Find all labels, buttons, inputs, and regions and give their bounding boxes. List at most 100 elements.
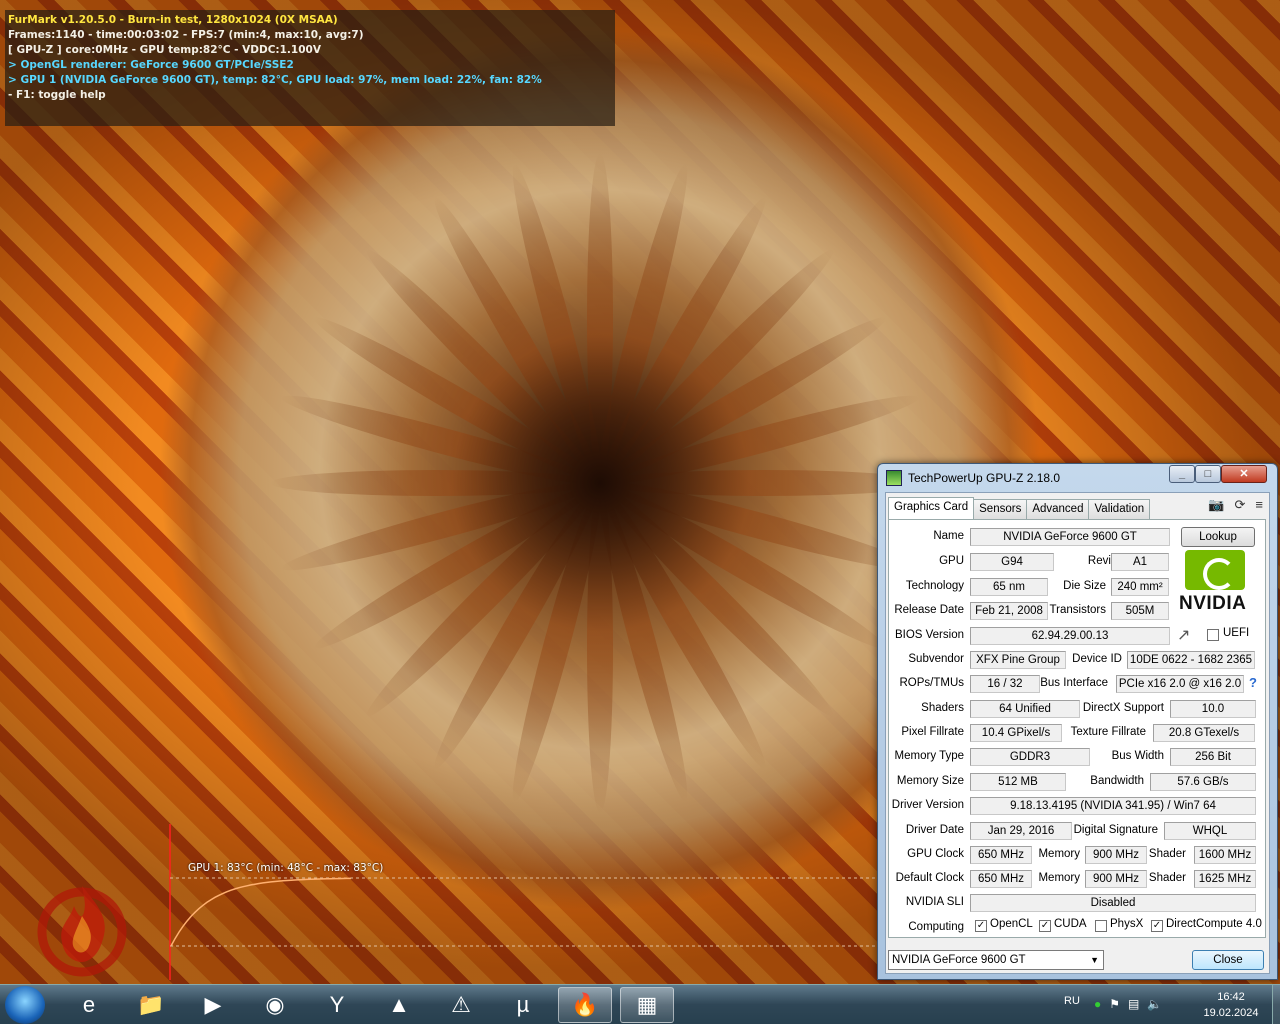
gpuz-body: Graphics Card Sensors Advanced Validatio… [885,492,1270,974]
taskbar-yandex-browser[interactable]: Y [310,987,364,1023]
refresh-icon[interactable]: ⟳ [1235,497,1246,513]
cuda-checkbox[interactable]: ✓ [1039,920,1051,932]
taskbar-avast[interactable]: ⚠ [434,987,488,1023]
yandex-browser-icon: Y [329,992,345,1017]
directcompute-checkbox[interactable]: ✓ [1151,920,1163,932]
lookup-button[interactable]: Lookup [1181,527,1255,547]
window-close-button[interactable]: ✕ [1221,465,1267,483]
memory-type-value: GDDR3 [970,748,1090,766]
default-shader-value: 1625 MHz [1194,870,1256,888]
language-indicator[interactable]: RU [1064,995,1080,1007]
start-button[interactable] [5,986,45,1024]
minimize-button[interactable]: _ [1169,465,1195,483]
default-memory-value: 900 MHz [1085,870,1147,888]
aimp-icon: ▲ [388,992,410,1017]
directcompute-label: DirectCompute 4.0 [1166,918,1262,930]
taskbar-media-player[interactable]: ▶ [186,987,240,1023]
release-date-label: Release Date [894,604,964,616]
nvidia-eye-icon [1185,550,1245,590]
volume-icon[interactable]: 🔈 [1147,997,1162,1011]
media-player-icon: ▶ [204,992,222,1017]
close-button[interactable]: Close [1192,950,1264,970]
bios-version-label: BIOS Version [894,629,964,641]
help-icon[interactable]: ? [1249,675,1257,690]
default-shader-label: Shader [1148,872,1186,884]
gpu-value: G94 [970,553,1054,571]
physx-label: PhysX [1110,918,1144,930]
gpuz-tabs: Graphics Card Sensors Advanced Validatio… [888,497,1151,519]
nvidia-logo: NVIDIA [1179,550,1261,615]
cuda-label: CUDA [1054,918,1087,930]
digital-signature-value: WHQL [1164,822,1256,840]
graphics-card-select-value: NVIDIA GeForce 9600 GT [892,954,1026,966]
graphics-card-select[interactable]: NVIDIA GeForce 9600 GT ▼ [888,950,1104,970]
rops-tmus-value: 16 / 32 [970,675,1040,693]
tray-icons: ● ⚑ ▤ 🔈 [1094,997,1162,1011]
gpuz-toolbar: 📷 ⟳ ≡ [1208,497,1263,513]
opencl-checkbox[interactable]: ✓ [975,920,987,932]
flag-icon[interactable]: ⚑ [1109,997,1120,1011]
osd-renderer-line: > OpenGL renderer: GeForce 9600 GT/PCIe/… [8,59,294,71]
taskbar-internet-explorer[interactable]: e [62,987,116,1023]
uefi-label: UEFI [1223,627,1250,639]
memory-size-value: 512 MB [970,773,1066,791]
tab-graphics-card[interactable]: Graphics Card [888,497,975,519]
default-clock-label: Default Clock [895,872,964,884]
osd-gpuz-line: [ GPU-Z ] core:0MHz - GPU temp:82°C - VD… [8,44,321,56]
tab-sensors[interactable]: Sensors [973,499,1028,519]
default-memory-label: Memory [1038,872,1080,884]
system-tray: RU ● ⚑ ▤ 🔈 16:42 19.02.2024 [1060,985,1280,1024]
directx-value: 10.0 [1170,700,1256,718]
tab-advanced[interactable]: Advanced [1026,499,1090,519]
taskbar: e 📁 ▶ ◉ Y ▲ ⚠ µ 🔥 ▦ RU ● ⚑ ▤ 🔈 16:42 19.02.2024 [0,984,1280,1024]
name-label: Name [933,530,964,542]
transistors-label: Transistors [1049,604,1106,616]
gpu-z-icon: ▦ [636,992,658,1017]
nvidia-wordmark: NVIDIA [1179,593,1247,614]
graph-temp-curve [170,877,351,947]
tab-validation[interactable]: Validation [1088,499,1151,519]
pixel-fillrate-value: 10.4 GPixel/s [970,724,1062,742]
pixel-fillrate-label: Pixel Fillrate [901,726,964,738]
taskbar-paint[interactable]: ◉ [248,987,302,1023]
gpu-clock-value: 650 MHz [970,846,1032,864]
driver-date-value: Jan 29, 2016 [970,822,1072,840]
shaders-label: Shaders [921,702,964,714]
osd-help-line: - F1: toggle help [8,89,106,101]
uefi-checkbox[interactable] [1207,629,1219,641]
clock-time[interactable]: 16:42 [1200,991,1262,1003]
menu-icon[interactable]: ≡ [1255,497,1263,513]
die-size-label: Die Size [1063,580,1106,592]
gpu-label: GPU [939,555,964,567]
subvendor-label: Subvendor [908,653,964,665]
default-clock-value: 650 MHz [970,870,1032,888]
bus-width-label: Bus Width [1111,750,1164,762]
taskbar-utorrent[interactable]: µ [496,987,550,1023]
clock-date[interactable]: 19.02.2024 [1196,1007,1266,1019]
shader-clock-value: 1600 MHz [1194,846,1256,864]
show-desktop-button[interactable] [1272,985,1280,1024]
nvidia-sli-value: Disabled [970,894,1256,912]
memory-clock-label: Memory [1038,848,1080,860]
bandwidth-value: 57.6 GB/s [1150,773,1256,791]
network-icon[interactable]: ▤ [1128,997,1139,1011]
physx-checkbox[interactable] [1095,920,1107,932]
furmark-flame-logo [37,886,127,977]
graphics-card-panel: Name NVIDIA GeForce 9600 GT Lookup GPU G… [888,519,1266,938]
kaspersky-icon[interactable]: ● [1094,997,1101,1011]
taskbar-explorer[interactable]: 📁 [124,987,178,1023]
internet-explorer-icon: e [82,992,96,1017]
digital-signature-label: Digital Signature [1073,824,1158,836]
osd-gpu-line: > GPU 1 (NVIDIA GeForce 9600 GT), temp: … [8,74,542,86]
maximize-button[interactable]: □ [1195,465,1221,483]
share-bios-icon[interactable]: ↗ [1177,625,1190,645]
taskbar-gpu-z[interactable]: ▦ [620,987,674,1023]
taskbar-aimp[interactable]: ▲ [372,987,426,1023]
driver-date-label: Driver Date [905,824,964,836]
revision-value: A1 [1111,553,1169,571]
taskbar-furmark[interactable]: 🔥 [558,987,612,1023]
camera-icon[interactable]: 📷 [1208,497,1224,513]
gpuz-titlebar[interactable]: TechPowerUp GPU-Z 2.18.0 [886,468,1060,488]
furmark-icon: 🔥 [571,992,599,1017]
gpu-temperature-label: GPU 1: 83°C (min: 48°C - max: 83°C) [188,862,384,874]
